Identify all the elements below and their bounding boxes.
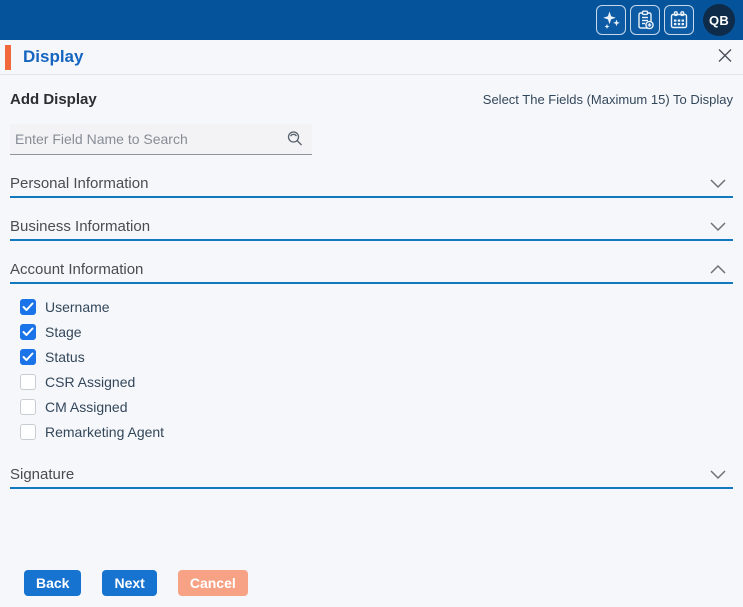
section-label: Personal Information: [10, 175, 148, 192]
field-label: Remarketing Agent: [45, 424, 164, 440]
search-input[interactable]: [15, 131, 286, 147]
subheader-row: Add Display Select The Fields (Maximum 1…: [10, 91, 733, 108]
topbar: QB: [0, 0, 743, 40]
field-row-cm-assigned[interactable]: CM Assigned: [20, 394, 733, 419]
checkbox[interactable]: [20, 324, 36, 340]
next-button[interactable]: Next: [102, 570, 156, 596]
close-button[interactable]: [715, 46, 735, 69]
page-title: Display: [23, 47, 83, 67]
field-label: Username: [45, 299, 110, 315]
checkbox[interactable]: [20, 349, 36, 365]
panel-header: Display: [0, 40, 743, 75]
section-account-information: Account Information Username Stage: [10, 255, 733, 446]
section-label: Signature: [10, 466, 74, 483]
display-panel: QB Display Add Display Select The Fields…: [0, 0, 743, 607]
checkbox[interactable]: [20, 374, 36, 390]
accent-bar: [5, 45, 11, 70]
field-row-status[interactable]: Status: [20, 344, 733, 369]
back-button[interactable]: Back: [24, 570, 81, 596]
section-label: Business Information: [10, 218, 150, 235]
panel-content: Add Display Select The Fields (Maximum 1…: [0, 75, 743, 489]
field-label: CSR Assigned: [45, 374, 135, 390]
close-icon: [717, 48, 733, 67]
chevron-down-icon: [709, 221, 727, 232]
max-fields-hint: Select The Fields (Maximum 15) To Displa…: [483, 92, 733, 107]
field-label: Stage: [45, 324, 82, 340]
field-row-stage[interactable]: Stage: [20, 319, 733, 344]
search-icon[interactable]: [286, 130, 304, 148]
field-row-csr-assigned[interactable]: CSR Assigned: [20, 369, 733, 394]
chevron-down-icon: [709, 178, 727, 189]
accordion-header-signature[interactable]: Signature: [10, 460, 733, 489]
section-personal-information: Personal Information: [10, 169, 733, 198]
field-row-username[interactable]: Username: [20, 294, 733, 319]
chevron-up-icon: [709, 264, 727, 275]
calendar-icon: [669, 10, 689, 30]
accordion-header-personal-information[interactable]: Personal Information: [10, 169, 733, 198]
accordion-header-business-information[interactable]: Business Information: [10, 212, 733, 241]
checkbox[interactable]: [20, 399, 36, 415]
accordion-header-account-information[interactable]: Account Information: [10, 255, 733, 284]
clipboard-add-icon: [635, 10, 655, 30]
field-search: [10, 124, 312, 155]
cancel-button[interactable]: Cancel: [178, 570, 248, 596]
section-signature: Signature: [10, 460, 733, 489]
section-business-information: Business Information: [10, 212, 733, 241]
user-avatar[interactable]: QB: [703, 4, 735, 36]
chevron-down-icon: [709, 469, 727, 480]
field-label: CM Assigned: [45, 399, 127, 415]
clipboard-add-button[interactable]: [630, 5, 660, 35]
field-row-remarketing-agent[interactable]: Remarketing Agent: [20, 419, 733, 444]
calendar-button[interactable]: [664, 5, 694, 35]
check-icon: [22, 302, 34, 312]
sparkles-button[interactable]: [596, 5, 626, 35]
account-field-list: Username Stage Status: [10, 284, 733, 446]
checkbox[interactable]: [20, 299, 36, 315]
checkbox[interactable]: [20, 424, 36, 440]
footer-actions: Back Next Cancel: [24, 570, 248, 596]
check-icon: [22, 327, 34, 337]
section-label: Account Information: [10, 261, 143, 278]
check-icon: [22, 352, 34, 362]
add-display-label: Add Display: [10, 91, 97, 108]
sparkles-icon: [601, 10, 621, 30]
field-label: Status: [45, 349, 85, 365]
